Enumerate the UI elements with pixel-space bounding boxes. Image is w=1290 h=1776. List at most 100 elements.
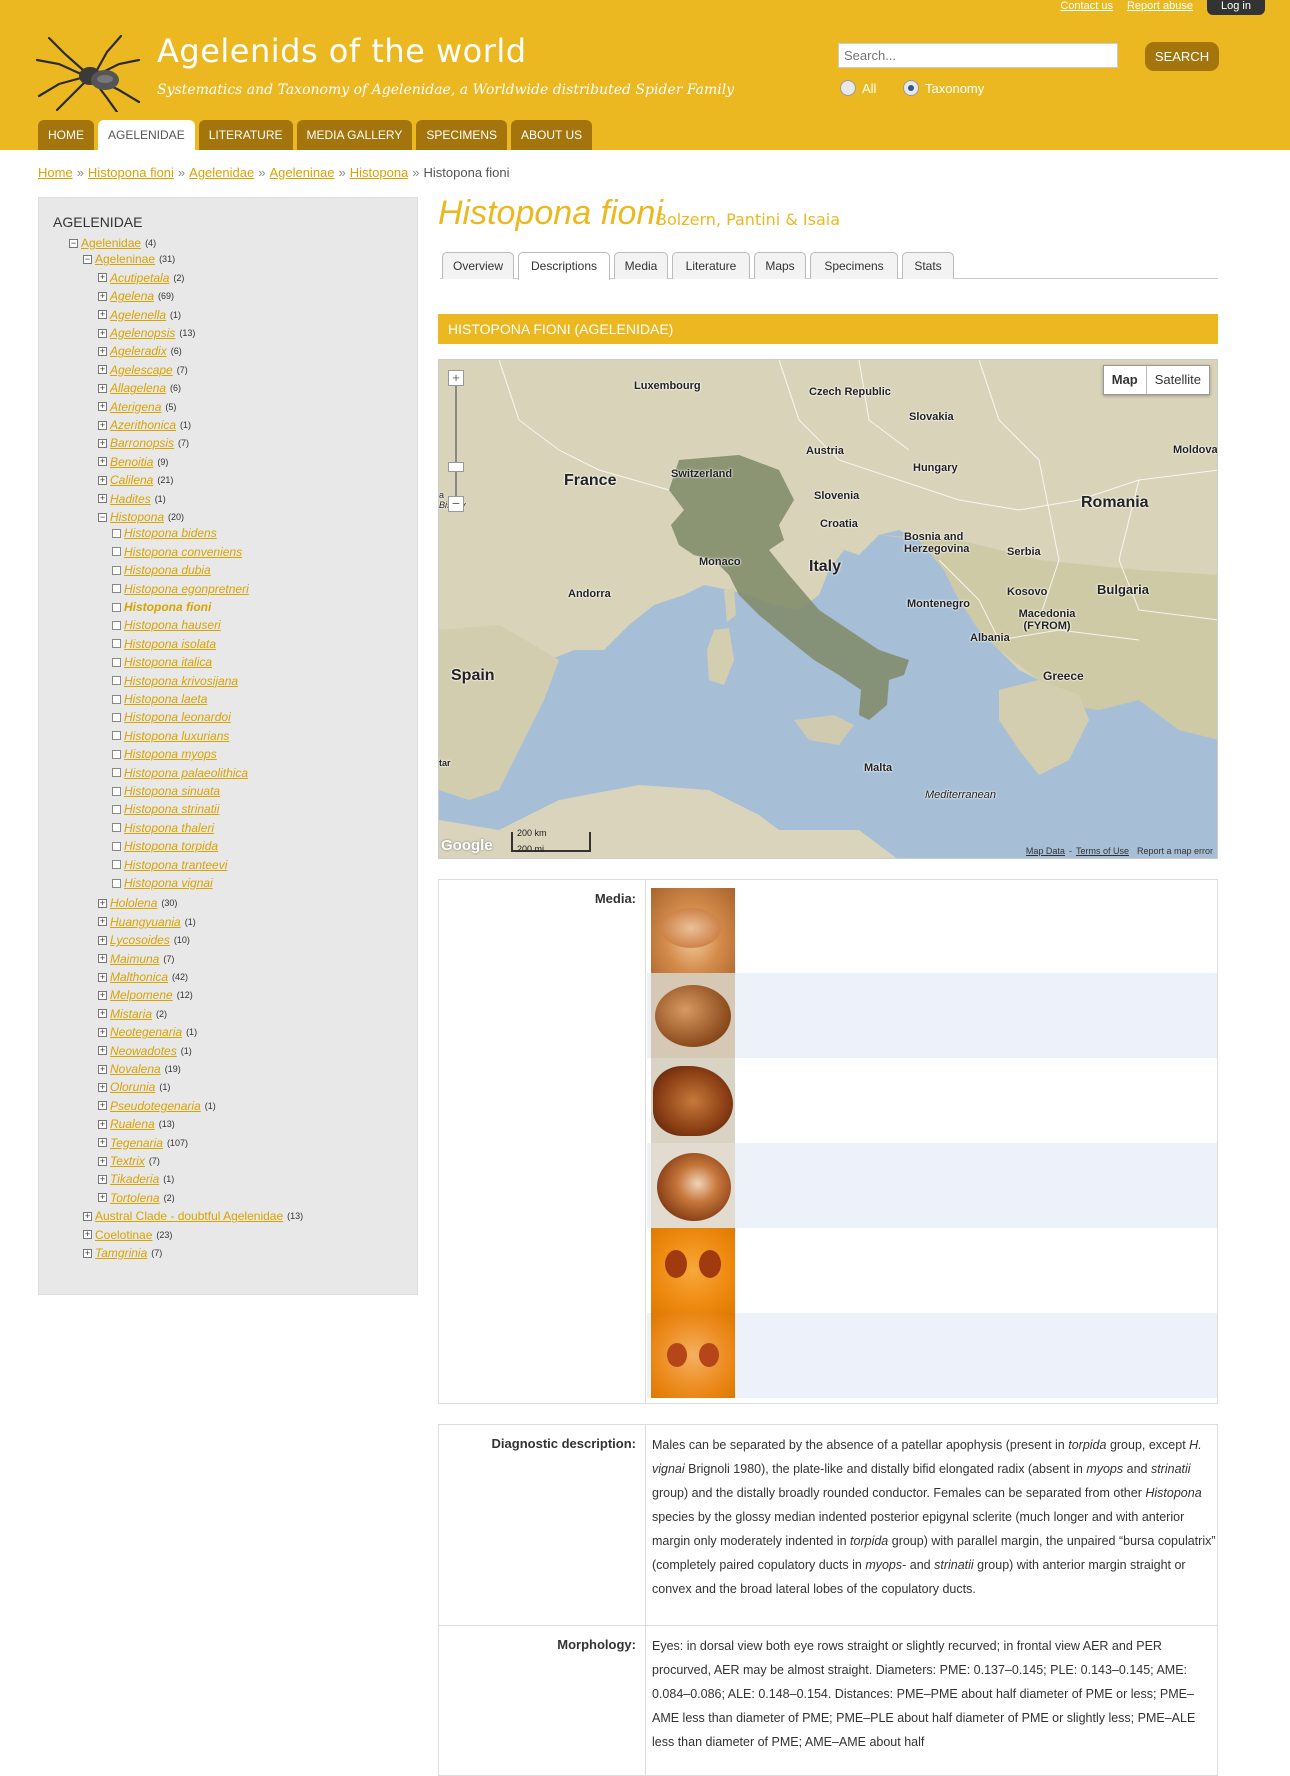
tree-leaf-icon[interactable]	[112, 694, 121, 704]
tree-leaf-icon[interactable]	[112, 676, 121, 686]
collapse-icon[interactable]: −	[69, 238, 78, 248]
tab-stats[interactable]: Stats	[902, 252, 954, 279]
tree-link[interactable]: Histopona myops	[124, 747, 217, 761]
collapse-icon[interactable]: −	[83, 254, 92, 264]
expand-icon[interactable]: +	[98, 475, 107, 485]
media-thumbnail[interactable]	[651, 888, 735, 973]
expand-icon[interactable]: +	[98, 273, 107, 283]
tree-species[interactable]: Histopona krivosijana	[112, 674, 238, 688]
tree-genus[interactable]: + Tegenaria (107)	[98, 1136, 188, 1150]
tree-genus[interactable]: + Hololena (30)	[98, 896, 177, 910]
tree-family[interactable]: − Agelenidae (4)	[69, 236, 156, 250]
tree-link[interactable]: Tegenaria	[110, 1136, 163, 1150]
tree-link[interactable]: Histopona sinuata	[124, 784, 220, 798]
spider-logo[interactable]	[35, 34, 143, 112]
map-type-satellite[interactable]: Satellite	[1147, 366, 1209, 394]
expand-icon[interactable]: +	[98, 494, 107, 504]
tree-species[interactable]: Histopona laeta	[112, 692, 207, 706]
radio-all-dot[interactable]	[840, 80, 856, 96]
breadcrumb-species[interactable]: Histopona fioni	[88, 165, 174, 180]
tree-leaf-icon[interactable]	[112, 584, 121, 594]
zoom-in-icon[interactable]: +	[448, 370, 464, 386]
expand-icon[interactable]: +	[98, 402, 107, 412]
expand-icon[interactable]: +	[98, 457, 107, 467]
tree-genus[interactable]: + Novalena (19)	[98, 1062, 181, 1076]
tree-link[interactable]: Textrix	[110, 1154, 145, 1168]
expand-icon[interactable]: +	[98, 917, 107, 927]
tree-subfamily[interactable]: + Tamgrinia (7)	[83, 1246, 162, 1260]
tab-overview[interactable]: Overview	[442, 252, 514, 279]
tree-link[interactable]: Agelenella	[110, 308, 166, 322]
tree-species[interactable]: Histopona myops	[112, 747, 217, 761]
tree-link[interactable]: Rualena	[110, 1117, 155, 1131]
tree-genus[interactable]: + Ageleradix (6)	[98, 344, 182, 358]
expand-icon[interactable]: +	[98, 954, 107, 964]
tree-species[interactable]: Histopona strinatii	[112, 802, 219, 816]
collapse-icon[interactable]: −	[98, 512, 107, 522]
tree-leaf-icon[interactable]	[112, 878, 121, 888]
tree-link[interactable]: Agelena	[110, 289, 154, 303]
tree-link[interactable]: Tikaderia	[110, 1172, 159, 1186]
expand-icon[interactable]: +	[98, 420, 107, 430]
tree-species[interactable]: Histopona sinuata	[112, 784, 220, 798]
tree-genus[interactable]: + Agelena (69)	[98, 289, 174, 303]
expand-icon[interactable]: +	[98, 990, 107, 1000]
google-logo[interactable]: Google	[441, 837, 493, 854]
zoom-track[interactable]	[455, 386, 457, 504]
tree-leaf-icon[interactable]	[112, 620, 121, 630]
tree-link[interactable]: Histopona egonpretneri	[124, 582, 249, 596]
distribution-map[interactable]: Luxembourg Czech Republic Slovakia Moldo…	[438, 359, 1218, 859]
tree-leaf-icon[interactable]	[112, 786, 121, 796]
tree-link[interactable]: Maimuna	[110, 952, 159, 966]
tree-leaf-icon[interactable]	[112, 657, 121, 667]
expand-icon[interactable]: +	[98, 346, 107, 356]
breadcrumb-home[interactable]: Home	[38, 165, 73, 180]
radio-taxonomy[interactable]: Taxonomy	[903, 80, 984, 96]
tree-leaf-icon[interactable]	[112, 565, 121, 575]
tree-link[interactable]: Agelenopsis	[110, 326, 175, 340]
tree-link[interactable]: Tortolena	[110, 1191, 160, 1205]
tree-species[interactable]: Histopona leonardoi	[112, 710, 231, 724]
tab-media[interactable]: Media	[614, 252, 668, 279]
expand-icon[interactable]: +	[83, 1248, 92, 1258]
terms-of-use-link[interactable]: Terms of Use	[1076, 846, 1129, 856]
expand-icon[interactable]: +	[98, 1101, 107, 1111]
tree-link[interactable]: Melpomene	[110, 988, 173, 1002]
nav-literature[interactable]: LITERATURE	[198, 120, 293, 150]
expand-icon[interactable]: +	[98, 1193, 107, 1203]
breadcrumb-genus[interactable]: Histopona	[350, 165, 409, 180]
nav-about-us[interactable]: ABOUT US	[511, 120, 593, 150]
tree-genus[interactable]: + Tikaderia (1)	[98, 1172, 174, 1186]
tree-link[interactable]: Ageleradix	[110, 344, 167, 358]
expand-icon[interactable]: +	[98, 1082, 107, 1092]
tree-leaf-icon[interactable]	[112, 639, 121, 649]
tree-species[interactable]: Histopona conveniens	[112, 545, 242, 559]
tree-species[interactable]: Histopona thaleri	[112, 821, 214, 835]
expand-icon[interactable]: +	[98, 1046, 107, 1056]
tree-link[interactable]: Ageleninae	[95, 252, 155, 266]
radio-all[interactable]: All	[840, 80, 876, 96]
tree-link[interactable]: Histopona dubia	[124, 563, 211, 577]
expand-icon[interactable]: +	[83, 1230, 92, 1240]
tree-species[interactable]: Histopona hauseri	[112, 618, 221, 632]
zoom-out-icon[interactable]: −	[448, 496, 464, 512]
tree-leaf-icon[interactable]	[112, 841, 121, 851]
tree-link[interactable]: Histopona leonardoi	[124, 710, 231, 724]
tree-genus[interactable]: + Neowadotes (1)	[98, 1044, 192, 1058]
tree-genus[interactable]: + Textrix (7)	[98, 1154, 160, 1168]
tree-genus[interactable]: + Rualena (13)	[98, 1117, 175, 1131]
tree-link[interactable]: Hololena	[110, 896, 157, 910]
tree-link[interactable]: Hadites	[110, 492, 151, 506]
tree-leaf-icon[interactable]	[112, 731, 121, 741]
media-thumbnail[interactable]	[651, 1313, 735, 1398]
tree-link[interactable]: Benoitia	[110, 455, 153, 469]
tree-genus[interactable]: + Neotegenaria (1)	[98, 1025, 197, 1039]
tree-link[interactable]: Acutipetala	[110, 271, 169, 285]
search-button[interactable]: SEARCH	[1145, 42, 1219, 71]
tree-genus[interactable]: + Huangyuania (1)	[98, 915, 196, 929]
tree-link[interactable]: Azerithonica	[110, 418, 176, 432]
report-map-error-link[interactable]: Report a map error	[1137, 846, 1213, 856]
media-thumbnail[interactable]	[651, 973, 735, 1058]
tree-link[interactable]: Histopona	[110, 510, 164, 524]
tree-link[interactable]: Histopona tranteevi	[124, 858, 227, 872]
